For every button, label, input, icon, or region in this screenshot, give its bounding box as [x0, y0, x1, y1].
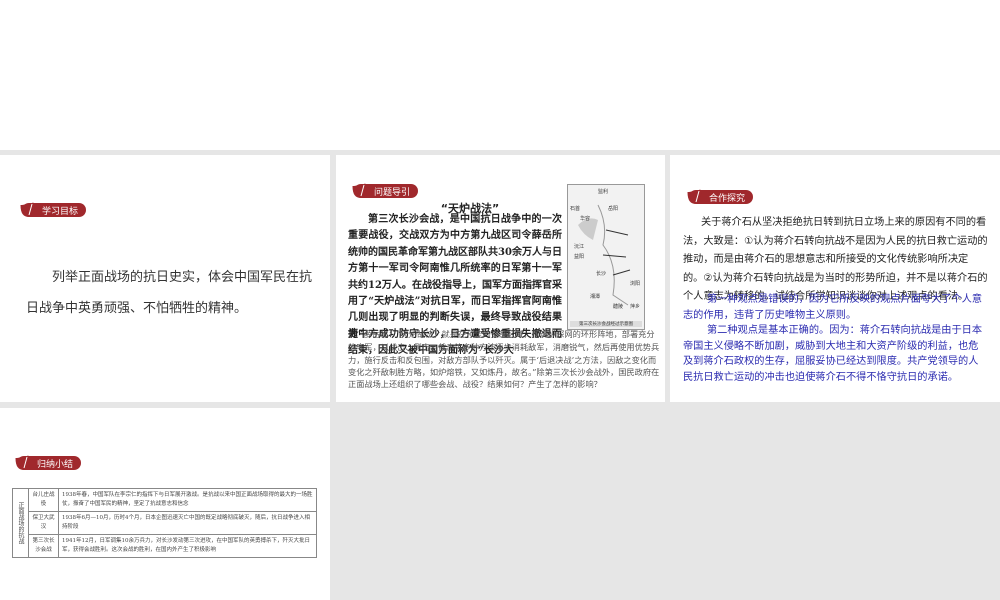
badge-label: 合作探究	[709, 193, 746, 204]
cooperative-inquiry-badge: 合作探究	[687, 189, 754, 204]
learning-goals-badge: 学习目标	[20, 202, 87, 217]
checkmark-icon	[352, 183, 368, 198]
table-row: 第三次长沙会战 1941年12月，日军调集10余万兵力，对长沙发动第三次进攻，在中…	[13, 534, 317, 558]
badge-label: 归纳小结	[37, 459, 74, 470]
table-side-header: 正面战场的抗战	[12, 488, 29, 558]
battle-desc: 1938年6月—10月，历时4个月，日本企图迅速灭亡中国的既定战略彻底破灭，随后…	[58, 511, 317, 535]
map-label: 石首	[570, 206, 581, 212]
map-label: 华容	[580, 216, 591, 222]
note-paragraph: 捷”薛岳称：“天炉战法，就是在预定的交战区域，构筑纵深网的环形阵地，部署充分的守…	[348, 329, 660, 390]
map-label: 萍乡	[630, 304, 641, 310]
map-label: 醴陵	[613, 304, 624, 310]
map-label: 沅江	[574, 244, 585, 250]
map-label: 长沙	[596, 271, 607, 277]
checkmark-icon	[687, 189, 703, 204]
map-caption: 第三次长沙会战经过示意图	[570, 321, 642, 327]
checkmark-icon	[20, 202, 36, 217]
badge-label: 学习目标	[42, 206, 79, 217]
question-guide-badge: 问题导引	[352, 183, 419, 198]
inquiry-answer: 第一种观点是错误的，因为它所反映的观点片面夸大了个人意志的作用，违背了历史唯物主…	[683, 292, 988, 385]
map-label: 监利	[598, 189, 609, 195]
battle-name: 保卫大武汉	[28, 511, 59, 535]
learning-goal-text: 列举正面战场的抗日史实，体会中国军民在抗日战争中英勇顽强、不怕牺牲的精神。	[26, 270, 313, 316]
answer-paragraph-2: 第二种观点是基本正确的。因为：蒋介石转向抗战是由于日本帝国主义侵略不断加剧，威胁…	[683, 325, 983, 383]
map-label: 浏阳	[630, 281, 641, 287]
battle-name: 台儿庄战役	[28, 488, 59, 512]
battle-desc: 1941年12月，日军调集10余万兵力，对长沙发动第三次进攻，在中国军队的英勇搏…	[58, 534, 317, 558]
map-label: 岳阳	[608, 206, 619, 212]
table-row: 正面战场的抗战 台儿庄战役 1938年春，中国军队在李宗仁的指挥下与日军展开激战。是…	[12, 488, 317, 558]
battle-desc: 1938年春，中国军队在李宗仁的指挥下与日军展开激战。是抗战以来中国正面战场取得…	[58, 488, 317, 512]
answer-paragraph-1: 第一种观点是错误的，因为它所反映的观点片面夸大了个人意志的作用，违背了历史唯物主…	[683, 294, 983, 321]
summary-table: 正面战场的抗战 台儿庄战役 1938年春，中国军队在李宗仁的指挥下与日军展开激战。是…	[12, 488, 317, 558]
battle-map: 监利 岳阳 石首 华容 沅江 益阳 长沙 湘潭 浏阳 醴陵 萍乡 第三次长沙会战…	[567, 184, 645, 330]
map-label: 湘潭	[590, 294, 601, 300]
checkmark-icon	[15, 455, 31, 470]
battle-name: 第三次长沙会战	[28, 534, 59, 558]
blank-slide-area	[0, 0, 1000, 150]
summary-badge: 归纳小结	[15, 455, 82, 470]
badge-label: 问题导引	[374, 187, 411, 198]
map-label: 益阳	[574, 254, 585, 260]
table-row: 保卫大武汉 1938年6月—10月，历时4个月，日本企图迅速灭亡中国的既定战略彻底…	[13, 511, 317, 535]
